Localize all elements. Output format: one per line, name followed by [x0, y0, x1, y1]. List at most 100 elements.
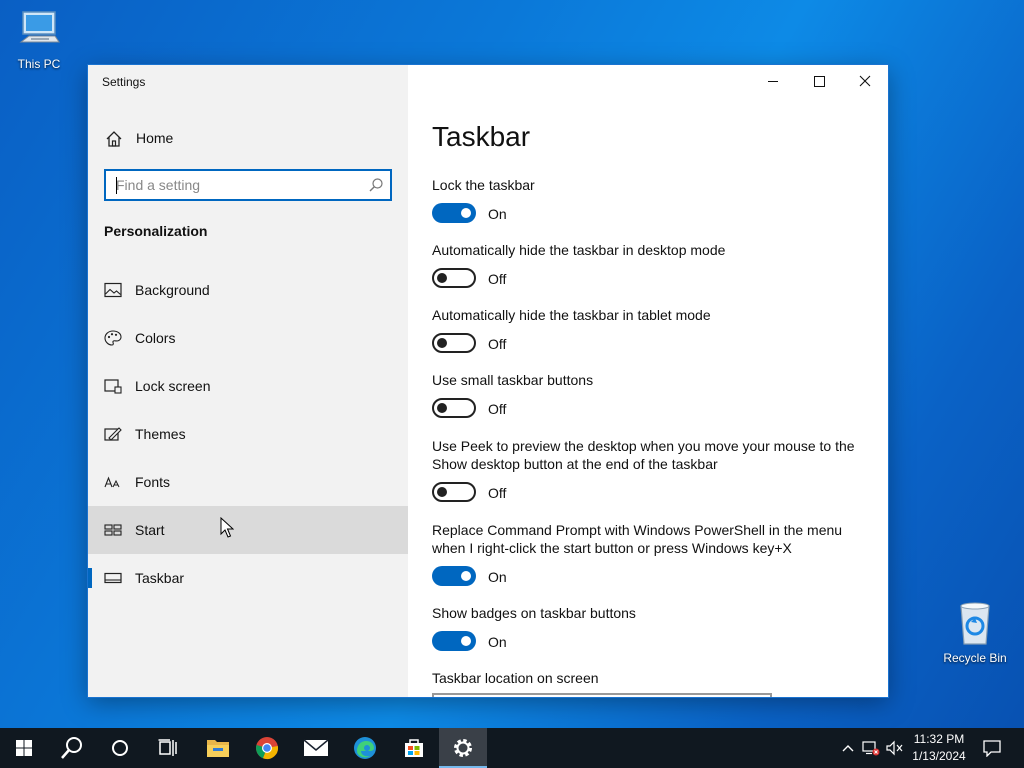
sidebar-item-background[interactable]: Background	[88, 266, 408, 314]
toggle-knob	[461, 571, 471, 581]
search-icon	[369, 178, 383, 192]
toggle-knob	[437, 273, 447, 283]
chevron-up-icon	[842, 745, 854, 752]
content-pane: Taskbar Lock the taskbar On Automaticall…	[408, 65, 888, 697]
search-button[interactable]	[48, 728, 96, 768]
sidebar-item-label: Colors	[135, 330, 176, 346]
desktop-icon-recycle-bin[interactable]: Recycle Bin	[939, 600, 1011, 665]
sidebar-item-fonts[interactable]: Fonts	[88, 458, 408, 506]
toggle-badges[interactable]	[432, 631, 476, 651]
chrome-button[interactable]	[243, 728, 291, 768]
maximize-icon	[814, 76, 825, 87]
setting-label: Show badges on taskbar buttons	[432, 605, 636, 621]
toggle-knob	[461, 208, 471, 218]
setting-label: Use small taskbar buttons	[432, 372, 594, 388]
sidebar-item-start[interactable]: Start	[88, 506, 408, 554]
computer-icon	[19, 11, 60, 43]
taskbar-icon	[104, 572, 122, 584]
network-icon	[862, 741, 880, 756]
toggle-knob	[437, 487, 447, 497]
maximize-button[interactable]	[796, 65, 842, 97]
toggle-state: Off	[488, 336, 507, 352]
system-clock[interactable]: 11:32 PM 1/13/2024	[906, 731, 972, 765]
recycle-bin-icon	[960, 602, 990, 645]
minimize-icon	[768, 81, 778, 82]
toggle-state: On	[488, 569, 507, 585]
mail-icon	[303, 739, 329, 756]
lock-screen-icon	[104, 379, 122, 394]
toggle-state: Off	[488, 485, 507, 501]
sidebar: Settings Home Find a setting Personaliza…	[88, 65, 408, 697]
toggle-powershell[interactable]	[432, 566, 476, 586]
search-input[interactable]: Find a setting	[104, 169, 392, 201]
page-title: Taskbar	[432, 121, 531, 152]
task-view-icon	[158, 739, 177, 756]
toggle-knob	[461, 636, 471, 646]
setting-label: Taskbar location on screen	[432, 670, 599, 686]
search-icon	[61, 737, 82, 759]
setting-label: Lock the taskbar	[432, 177, 535, 193]
sidebar-item-label: Fonts	[135, 474, 171, 490]
setting-label: Automatically hide the taskbar in deskto…	[432, 242, 726, 258]
themes-icon	[104, 427, 122, 441]
nav-home-label: Home	[136, 130, 174, 146]
file-explorer-icon	[207, 740, 229, 757]
cortana-icon	[112, 740, 128, 756]
settings-icon	[454, 739, 472, 757]
sidebar-item-taskbar[interactable]: Taskbar	[88, 554, 408, 602]
clock-time: 11:32 PM	[913, 732, 965, 746]
fonts-icon	[104, 476, 120, 488]
action-center-button[interactable]	[978, 728, 1006, 768]
toggle-state: On	[488, 206, 507, 222]
close-button[interactable]	[842, 65, 888, 97]
toggle-peek[interactable]	[432, 482, 476, 502]
mouse-cursor-icon	[220, 517, 234, 538]
cortana-button[interactable]	[96, 728, 144, 768]
store-button[interactable]	[390, 728, 438, 768]
sidebar-item-themes[interactable]: Themes	[88, 410, 408, 458]
sidebar-item-label: Themes	[135, 426, 186, 442]
notification-icon	[983, 740, 1001, 757]
sidebar-item-label: Start	[135, 522, 165, 538]
sidebar-item-lock-screen[interactable]: Lock screen	[88, 362, 408, 410]
nav-home[interactable]: Home	[88, 121, 408, 157]
clock-date: 1/13/2024	[912, 749, 966, 763]
taskbar: 11:32 PM 1/13/2024	[0, 728, 1024, 768]
toggle-small-buttons[interactable]	[432, 398, 476, 418]
network-button[interactable]	[860, 728, 882, 768]
desktop-icon-label: This PC	[17, 57, 61, 71]
toggle-autohide-tablet[interactable]	[432, 333, 476, 353]
toggle-lock-taskbar[interactable]	[432, 203, 476, 223]
palette-icon	[104, 330, 122, 346]
edge-button[interactable]	[341, 728, 389, 768]
edge-icon	[354, 737, 376, 759]
settings-button[interactable]	[439, 728, 487, 768]
desktop-icon-this-pc[interactable]: This PC	[3, 8, 75, 71]
toggle-knob	[437, 403, 447, 413]
sidebar-item-label: Taskbar	[135, 570, 185, 586]
text-caret	[116, 177, 117, 194]
toggle-knob	[437, 338, 447, 348]
store-icon	[405, 739, 423, 757]
start-button[interactable]	[0, 728, 48, 768]
section-label: Personalization	[104, 223, 208, 239]
sidebar-item-label: Lock screen	[135, 378, 211, 394]
chrome-icon	[256, 737, 278, 760]
start-icon	[104, 524, 122, 536]
toggle-state: Off	[488, 401, 507, 417]
toggle-state: On	[488, 634, 507, 650]
settings-window: Settings Home Find a setting Personaliza…	[88, 65, 888, 697]
mail-button[interactable]	[292, 728, 340, 768]
windows-logo-icon	[16, 740, 32, 756]
home-icon	[106, 131, 122, 147]
sidebar-item-colors[interactable]: Colors	[88, 314, 408, 362]
taskbar-location-dropdown[interactable]	[432, 693, 772, 697]
file-explorer-button[interactable]	[194, 728, 242, 768]
show-hidden-icons-button[interactable]	[837, 728, 859, 768]
volume-muted-icon	[886, 740, 903, 756]
setting-label: Automatically hide the taskbar in tablet…	[432, 307, 711, 323]
toggle-autohide-desktop[interactable]	[432, 268, 476, 288]
task-view-button[interactable]	[144, 728, 192, 768]
volume-button[interactable]	[884, 728, 906, 768]
minimize-button[interactable]	[750, 65, 796, 97]
